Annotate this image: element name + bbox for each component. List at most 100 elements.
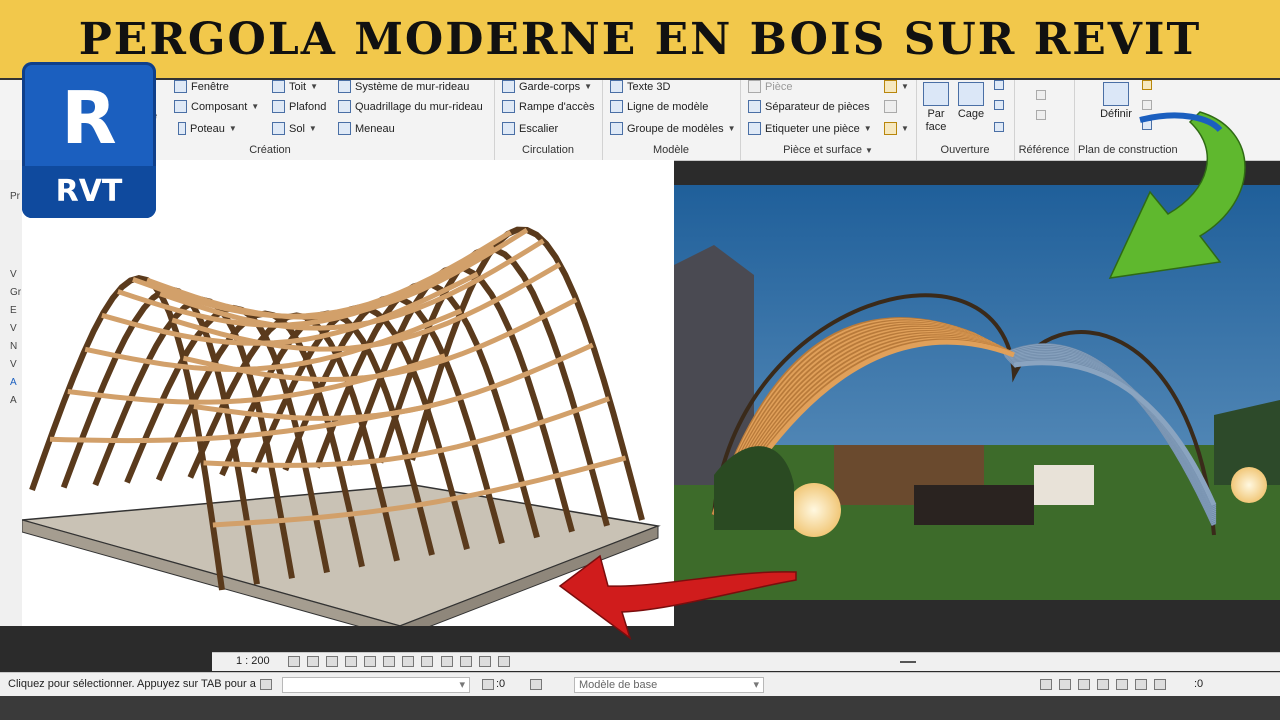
reveal-hidden-icon[interactable] [440, 655, 453, 667]
select-underlay-icon[interactable] [1059, 678, 1072, 690]
composant-button[interactable]: Composant ▼ [174, 100, 259, 113]
grid-icon [1036, 110, 1046, 120]
poteau-button[interactable]: Poteau ▼ [178, 122, 237, 135]
revit-logo-label: RVT [22, 166, 156, 218]
definir-button[interactable]: Définir [1096, 82, 1136, 121]
plan-tool-1[interactable] [1142, 80, 1152, 90]
text-3d-icon [610, 80, 623, 93]
status-bar: Cliquez pour sélectionner. Appuyez sur T… [0, 672, 1280, 697]
quadrillage-mur-rideau-button[interactable]: Quadrillage du mur-rideau [338, 100, 483, 113]
stair-icon [502, 122, 515, 135]
panel-letter: V [10, 323, 17, 334]
plan-tool-2[interactable] [1142, 100, 1152, 110]
highlight-displacement-icon[interactable] [497, 655, 510, 667]
ribbon-group-piece: Pièce Séparateur de pièces Etiqueter une… [740, 80, 917, 160]
texte-3d-button[interactable]: Texte 3D [610, 80, 670, 93]
design-options-icon[interactable] [530, 679, 542, 690]
panel-letter: A [10, 377, 17, 388]
viewer-icon [1142, 120, 1152, 130]
select-pinned-icon[interactable] [1078, 678, 1091, 690]
shadows-icon[interactable] [345, 655, 358, 667]
area-tool-3[interactable]: ▼ [884, 122, 909, 135]
area-boundary-icon [884, 100, 897, 113]
reference-tool-1[interactable] [1036, 90, 1046, 100]
select-links-icon[interactable] [1040, 678, 1052, 690]
toit-button[interactable]: Toit ▼ [272, 80, 318, 93]
ceiling-icon [272, 100, 285, 113]
etiqueter-piece-button[interactable]: Etiqueter une pièce ▼ [748, 122, 872, 135]
sol-button[interactable]: Sol ▼ [272, 122, 317, 135]
drag-elements-icon[interactable] [1116, 678, 1129, 690]
show-workplane-icon [1142, 80, 1152, 90]
meneau-button[interactable]: Meneau [338, 122, 395, 135]
lock-view-icon[interactable] [402, 655, 415, 667]
area-tool-1[interactable]: ▼ [884, 80, 909, 93]
groupe-modeles-button[interactable]: Groupe de modèles ▼ [610, 122, 736, 135]
title-banner: PERGOLA MODERNE EN BOIS SUR REVIT [0, 0, 1280, 80]
visual-style-icon[interactable] [307, 655, 320, 667]
show-crop-icon[interactable] [383, 655, 396, 667]
sun-path-icon[interactable] [326, 655, 339, 667]
garde-corps-button[interactable]: Garde-corps ▼ [502, 80, 592, 93]
ribbon-group-creation: te Fenêtre Composant▼ Poteau▼ Toit▼ Plaf… [130, 80, 495, 160]
workset-dropdown[interactable]: ▾ [282, 677, 470, 693]
ribbon-group-reference: Référence [1014, 80, 1075, 160]
fenetre-button[interactable]: Fenêtre [174, 80, 229, 93]
filter-icon[interactable] [1154, 678, 1167, 690]
ramp-icon [502, 100, 515, 113]
opening-tool-1[interactable] [994, 80, 1004, 90]
model-group-icon [610, 122, 623, 135]
room-icon [748, 80, 761, 93]
plafond-button[interactable]: Plafond [272, 100, 326, 113]
detail-level-icon[interactable] [288, 655, 300, 667]
vertical-opening-icon [994, 100, 1004, 110]
roof-icon [272, 80, 285, 93]
separateur-pieces-button[interactable]: Séparateur de pièces [748, 100, 870, 113]
background-process-icon[interactable] [1135, 678, 1148, 690]
model-line-icon [610, 100, 623, 113]
railing-icon [502, 80, 515, 93]
column-icon [178, 122, 186, 135]
group-label-piece: Pièce et surface ▼ [783, 144, 873, 156]
floor-icon [272, 122, 285, 135]
cage-button[interactable]: Cage [954, 82, 988, 121]
set-workplane-icon [1103, 82, 1129, 106]
analytical-model-icon[interactable] [478, 655, 491, 667]
plan-tool-3[interactable] [1142, 120, 1152, 130]
opening-tool-2[interactable] [994, 100, 1004, 110]
editing-requests-icon[interactable] [482, 679, 494, 690]
worksets-icon[interactable] [260, 679, 272, 690]
model-viewport[interactable] [21, 160, 674, 639]
level-icon [1036, 90, 1046, 100]
hide-isolate-icon[interactable] [421, 655, 434, 667]
ref-plane-icon [1142, 100, 1152, 110]
temporary-view-icon[interactable] [459, 655, 472, 667]
panel-letter: V [10, 269, 17, 280]
panel-letter: V [10, 359, 17, 370]
group-label-circulation: Circulation [522, 144, 574, 156]
wall-opening-icon [994, 80, 1004, 90]
crop-view-icon[interactable] [364, 655, 377, 667]
properties-panel[interactable]: Pr V Gr E V N V A A [0, 160, 23, 626]
resize-handle[interactable] [900, 661, 916, 663]
panel-letter: N [10, 341, 18, 352]
systeme-mur-rideau-button[interactable]: Système de mur-rideau [338, 80, 469, 93]
view-scale[interactable]: 1 : 200 [236, 655, 270, 667]
reference-tool-2[interactable] [1036, 110, 1046, 120]
ligne-modele-button[interactable]: Ligne de modèle [610, 100, 708, 113]
view-control-bar: 1 : 200 [212, 652, 1280, 671]
par-face-button[interactable]: Par face [922, 82, 950, 134]
design-option-dropdown[interactable]: Modèle de base ▾ [574, 677, 764, 693]
opening-tool-3[interactable] [994, 122, 1004, 132]
curtain-grid-icon [338, 100, 351, 113]
area-tool-2[interactable] [884, 100, 897, 113]
ribbon-group-ouverture: Par face Cage Ouverture [916, 80, 1015, 160]
group-label-ouverture: Ouverture [940, 144, 990, 156]
taskbar-strip [0, 696, 1280, 720]
view-tools [288, 655, 514, 667]
dormer-icon [994, 122, 1004, 132]
piece-button[interactable]: Pièce [748, 80, 793, 93]
rampe-button[interactable]: Rampe d'accès [502, 100, 594, 113]
escalier-button[interactable]: Escalier [502, 122, 558, 135]
select-by-face-icon[interactable] [1097, 678, 1110, 690]
